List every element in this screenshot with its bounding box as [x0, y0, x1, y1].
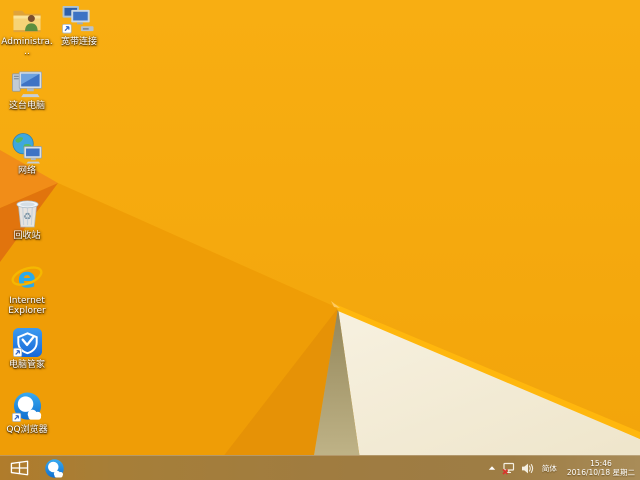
broadband-connection-icon: [60, 3, 98, 35]
network-disconnected-icon: [502, 462, 514, 475]
volume-button[interactable]: [521, 456, 534, 480]
language-indicator[interactable]: 简体: [540, 463, 559, 474]
desktop-icon-broadband-connection[interactable]: 宽带连接: [53, 3, 105, 47]
network-status-button[interactable]: [502, 456, 515, 480]
show-hidden-icons-button[interactable]: [488, 456, 496, 480]
taskbar-qq-browser-button[interactable]: [41, 456, 67, 480]
recycle-bin-icon: ♻: [14, 197, 41, 229]
this-pc-icon: [9, 67, 45, 99]
desktop-icon-qq-browser[interactable]: QQ浏览器: [1, 391, 53, 435]
icon-label: 回收站: [13, 231, 41, 241]
icon-label: Administra...: [1, 37, 53, 57]
desktop-icon-this-pc[interactable]: 这台电脑: [1, 67, 53, 111]
qq-browser-taskbar-icon: [44, 458, 64, 478]
icon-label: 电脑管家: [8, 360, 45, 370]
desktop-icon-internet-explorer[interactable]: e Internet Explorer: [1, 262, 53, 316]
icon-label: Internet Explorer: [8, 296, 46, 316]
internet-explorer-icon: e: [10, 262, 44, 294]
desktop-screen: Administra... 宽带连接 这台电脑 网络 ♻ 回收站 e Inter…: [0, 0, 640, 480]
wallpaper: [0, 0, 640, 480]
icon-label: 宽带连接: [60, 37, 97, 47]
taskbar: 简体 15:46 2016/10/18 星期二: [0, 455, 640, 480]
start-button[interactable]: [0, 456, 38, 480]
pc-manager-icon: [12, 326, 43, 358]
desktop-icon-recycle-bin[interactable]: ♻ 回收站: [1, 197, 53, 241]
icon-label: QQ浏览器: [6, 425, 48, 435]
administrator-folder-icon: [10, 3, 44, 35]
qq-browser-icon: [11, 391, 44, 423]
clock[interactable]: 15:46 2016/10/18 星期二: [565, 459, 637, 477]
tray-date: 2016/10/18 星期二: [566, 468, 635, 477]
network-icon: [10, 132, 44, 164]
windows-logo-icon: [10, 460, 28, 476]
desktop-icon-network[interactable]: 网络: [1, 132, 53, 176]
desktop-icon-pc-manager[interactable]: 电脑管家: [1, 326, 53, 370]
tray-time: 15:46: [590, 459, 612, 468]
desktop-icon-administrator[interactable]: Administra...: [1, 3, 53, 57]
svg-text:♻: ♻: [23, 211, 32, 222]
chevron-up-icon: [488, 466, 496, 470]
icon-label: 网络: [17, 166, 36, 176]
system-tray: 简体 15:46 2016/10/18 星期二: [488, 456, 637, 480]
volume-icon: [521, 463, 534, 473]
icon-label: 这台电脑: [8, 101, 45, 111]
